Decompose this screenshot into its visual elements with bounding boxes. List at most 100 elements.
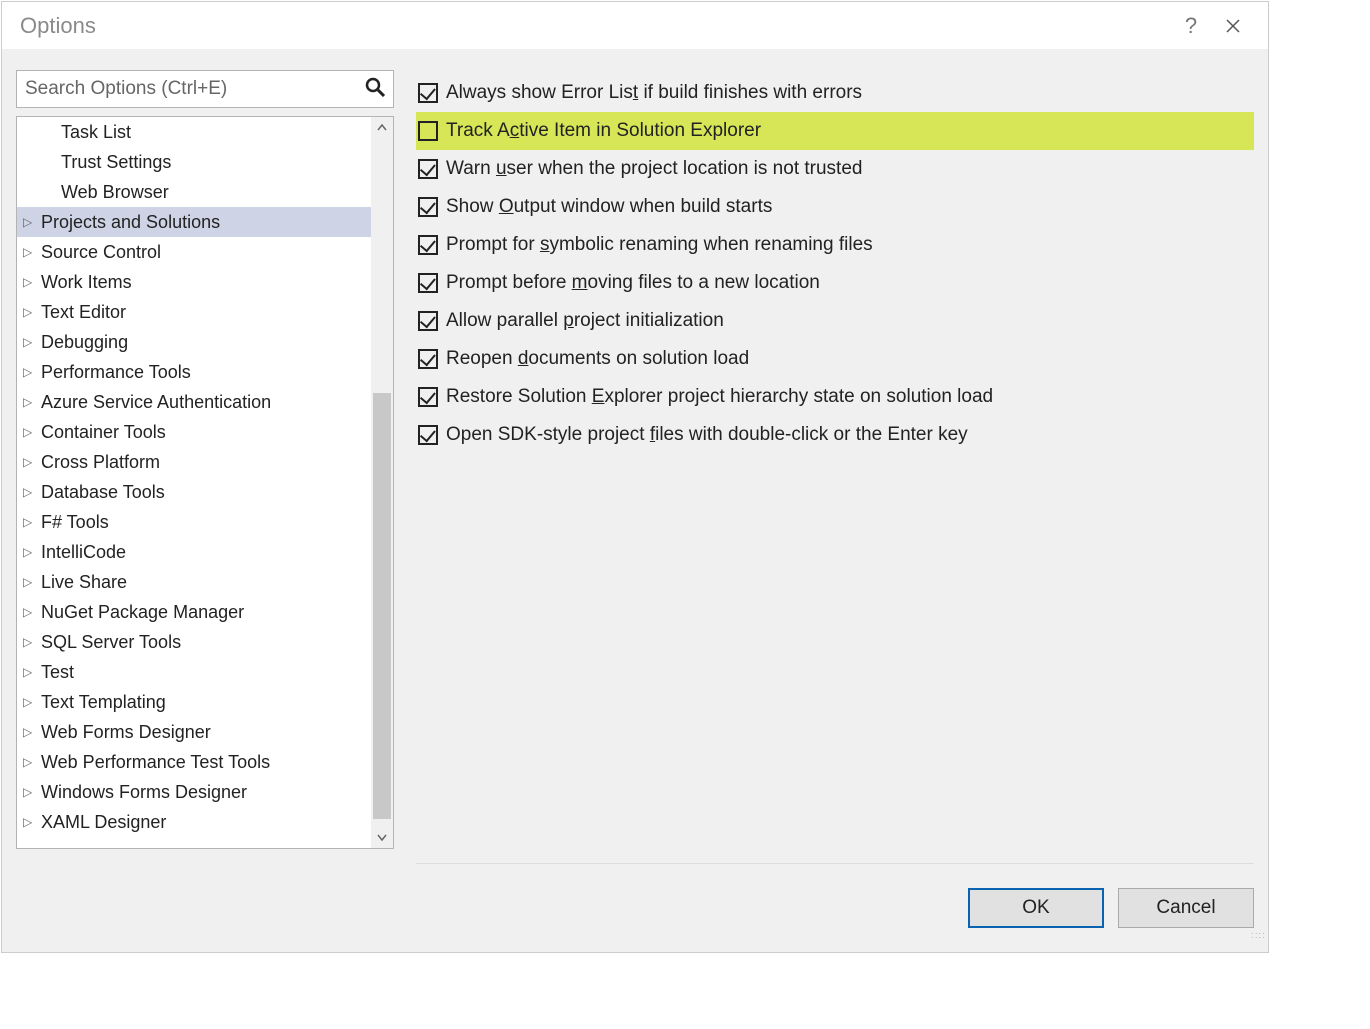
checkbox[interactable]: [418, 159, 438, 179]
tree-item[interactable]: ▷Text Templating: [17, 687, 371, 717]
tree-item-label: Task List: [61, 122, 131, 143]
expander-icon[interactable]: ▷: [23, 215, 35, 229]
search-icon[interactable]: [365, 77, 385, 102]
expander-icon[interactable]: ▷: [23, 305, 35, 319]
checkbox[interactable]: [418, 311, 438, 331]
setting-label[interactable]: Warn user when the project location is n…: [446, 158, 862, 180]
checkbox[interactable]: [418, 235, 438, 255]
resize-grip-icon[interactable]: ∷∷: [1251, 935, 1265, 949]
tree-item[interactable]: ▷ SQL Server Tools: [17, 627, 371, 657]
tree-item[interactable]: ▷ Web Forms Designer: [17, 717, 371, 747]
checkbox[interactable]: [418, 197, 438, 217]
search-input[interactable]: [25, 71, 365, 107]
tree-item[interactable]: ▷ Live Share: [17, 567, 371, 597]
tree-item-label: Test: [41, 662, 74, 683]
tree-item-label: Live Share: [41, 572, 127, 593]
tree-item[interactable]: ▷Azure Service Authentication: [17, 387, 371, 417]
ok-button[interactable]: OK: [968, 888, 1104, 928]
tree-item[interactable]: ▷ Cross Platform: [17, 447, 371, 477]
tree-item-label: Work Items: [41, 272, 132, 293]
tree-item-label: F# Tools: [41, 512, 109, 533]
tree-item-label: Container Tools: [41, 422, 166, 443]
setting-label[interactable]: Prompt before moving files to a new loca…: [446, 272, 820, 294]
expander-icon[interactable]: ▷: [23, 425, 35, 439]
expander-icon[interactable]: ▷: [23, 395, 35, 409]
titlebar: Options ?: [2, 2, 1268, 50]
setting-label[interactable]: Always show Error List if build finishes…: [446, 82, 862, 104]
expander-icon[interactable]: ▷: [23, 755, 35, 769]
expander-icon[interactable]: ▷: [23, 695, 35, 709]
setting-label[interactable]: Reopen documents on solution load: [446, 348, 749, 370]
tree-item[interactable]: ▷Performance Tools: [17, 357, 371, 387]
expander-icon[interactable]: ▷: [23, 275, 35, 289]
setting-row: Warn user when the project location is n…: [416, 150, 1254, 188]
expander-icon[interactable]: ▷: [23, 605, 35, 619]
expander-icon[interactable]: ▷: [23, 455, 35, 469]
tree-item[interactable]: ▷Text Editor: [17, 297, 371, 327]
setting-label[interactable]: Restore Solution Explorer project hierar…: [446, 386, 993, 408]
scroll-down-icon[interactable]: [371, 826, 393, 848]
scroll-up-icon[interactable]: [371, 117, 393, 139]
checkbox[interactable]: [418, 425, 438, 445]
tree-scrollbar[interactable]: [371, 117, 393, 848]
setting-label[interactable]: Show Output window when build starts: [446, 196, 772, 218]
expander-icon[interactable]: ▷: [23, 545, 35, 559]
checkbox[interactable]: [418, 83, 438, 103]
setting-label[interactable]: Open SDK-style project files with double…: [446, 424, 968, 446]
expander-icon[interactable]: ▷: [23, 335, 35, 349]
cancel-button[interactable]: Cancel: [1118, 888, 1254, 928]
tree-item-label: Web Forms Designer: [41, 722, 211, 743]
help-icon[interactable]: ?: [1170, 5, 1212, 47]
expander-icon[interactable]: ▷: [23, 575, 35, 589]
checkbox[interactable]: [418, 387, 438, 407]
tree-item-label: Trust Settings: [61, 152, 171, 173]
tree-item-label: XAML Designer: [41, 812, 166, 833]
tree-item-label: Web Performance Test Tools: [41, 752, 270, 773]
setting-label[interactable]: Prompt for symbolic renaming when renami…: [446, 234, 873, 256]
expander-icon[interactable]: ▷: [23, 365, 35, 379]
scroll-thumb[interactable]: [373, 393, 391, 819]
expander-icon[interactable]: ▷: [23, 785, 35, 799]
expander-icon[interactable]: ▷: [23, 815, 35, 829]
tree-item[interactable]: ▷Database Tools: [17, 477, 371, 507]
expander-icon[interactable]: ▷: [23, 665, 35, 679]
checkbox[interactable]: [418, 349, 438, 369]
checkbox[interactable]: [418, 273, 438, 293]
tree-item[interactable]: ▷ Container Tools: [17, 417, 371, 447]
tree-item-label: Debugging: [41, 332, 128, 353]
expander-icon[interactable]: ▷: [23, 245, 35, 259]
tree-item[interactable]: ▷ Work Items: [17, 267, 371, 297]
checkbox[interactable]: [418, 121, 438, 141]
expander-icon[interactable]: ▷: [23, 485, 35, 499]
tree-item[interactable]: ▷ Debugging: [17, 327, 371, 357]
expander-icon[interactable]: ▷: [23, 515, 35, 529]
settings-list: Always show Error List if build finishes…: [416, 74, 1254, 454]
tree-item[interactable]: ▷ Source Control: [17, 237, 371, 267]
dialog-footer: OK Cancel: [416, 863, 1254, 952]
tree-item[interactable]: ▷ Web Performance Test Tools: [17, 747, 371, 777]
tree-item[interactable]: ▷ XAML Designer: [17, 807, 371, 837]
tree-item[interactable]: ▷ Projects and Solutions: [17, 207, 371, 237]
tree-item[interactable]: ▷ Test: [17, 657, 371, 687]
expander-icon[interactable]: ▷: [23, 725, 35, 739]
tree-item[interactable]: ▷Windows Forms Designer: [17, 777, 371, 807]
tree-item[interactable]: ▷ F# Tools: [17, 507, 371, 537]
tree-item[interactable]: ▷IntelliCode: [17, 537, 371, 567]
tree-item-label: Source Control: [41, 242, 161, 263]
close-icon[interactable]: [1212, 5, 1254, 47]
setting-label[interactable]: Track Active Item in Solution Explorer: [446, 120, 761, 142]
setting-label[interactable]: Allow parallel project initialization: [446, 310, 724, 332]
tree-item-label: SQL Server Tools: [41, 632, 181, 653]
options-dialog: Options ? Task List Trust Settings Web Bro…: [1, 1, 1269, 953]
tree-item-label: Projects and Solutions: [41, 212, 220, 233]
tree-item[interactable]: ▷NuGet Package Manager: [17, 597, 371, 627]
search-box[interactable]: [16, 70, 394, 108]
setting-row: Show Output window when build starts: [416, 188, 1254, 226]
tree-item[interactable]: Trust Settings: [17, 147, 371, 177]
tree-item[interactable]: Web Browser: [17, 177, 371, 207]
setting-row: Open SDK-style project files with double…: [416, 416, 1254, 454]
setting-row: Restore Solution Explorer project hierar…: [416, 378, 1254, 416]
tree-item[interactable]: Task List: [17, 117, 371, 147]
tree-item-label: Cross Platform: [41, 452, 160, 473]
expander-icon[interactable]: ▷: [23, 635, 35, 649]
